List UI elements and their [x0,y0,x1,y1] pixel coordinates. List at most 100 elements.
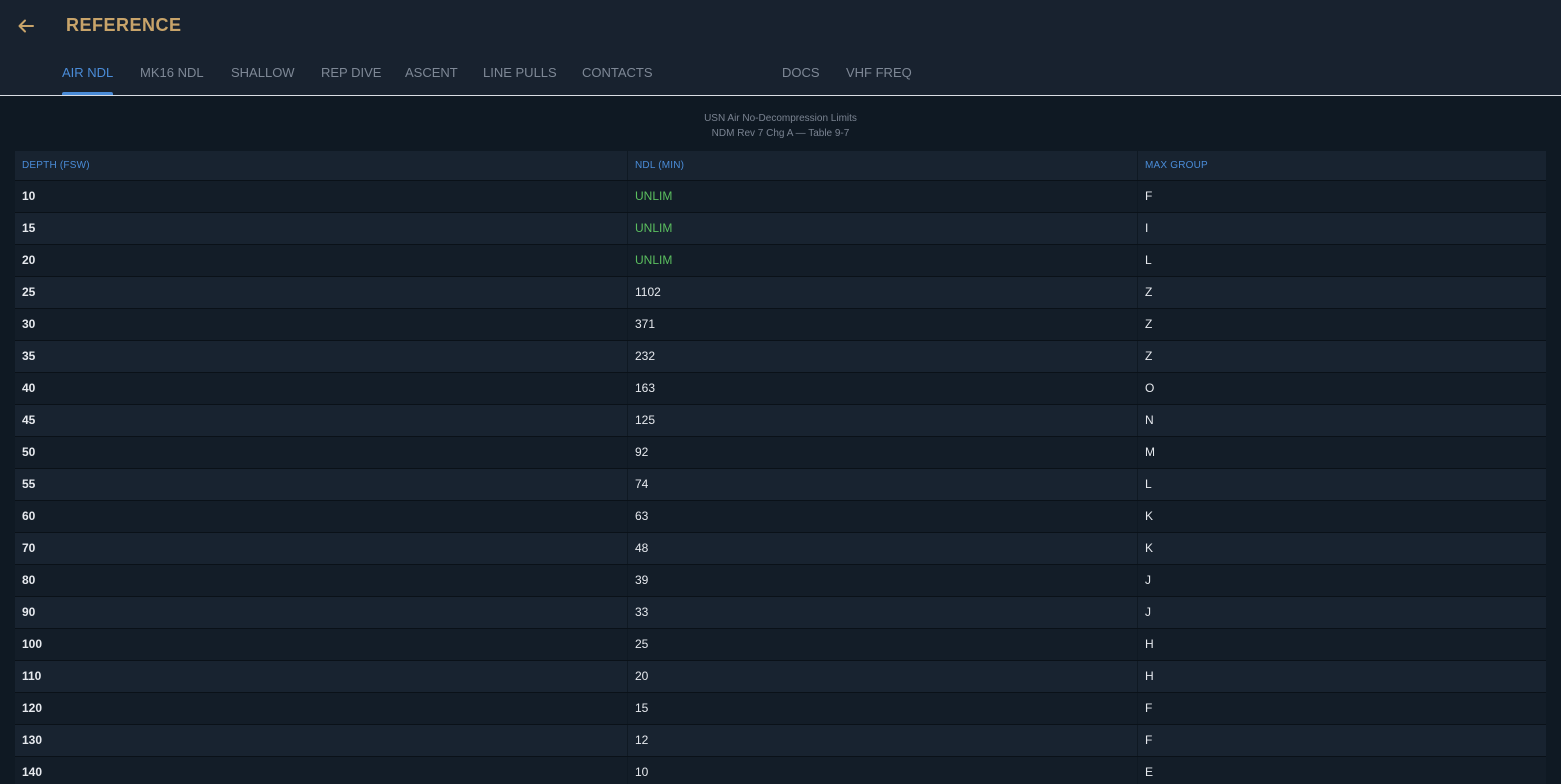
depth-cell: 130 [22,733,43,747]
ndl-cell: 92 [635,445,649,459]
ndl-cell: 10 [635,765,649,779]
table-row: 15 UNLIM I [15,212,1546,244]
column-divider [627,597,628,628]
column-header-max-group[interactable]: MAX GROUP [1145,151,1208,180]
column-divider [627,629,628,660]
column-header-depth[interactable]: DEPTH (FSW) [22,151,90,180]
arrow-left-icon [18,19,34,33]
tab-label: CONTACTS [582,65,653,80]
column-divider [627,469,628,500]
ndl-cell: 15 [635,701,649,715]
table-row: 55 74 L [15,468,1546,500]
depth-cell: 100 [22,637,43,651]
tab-label: ASCENT [405,65,458,80]
table-body: 10 UNLIM F 15 UNLIM I 20 UNLIM L 25 1102 Z 30 371 Z 35 2… [15,180,1546,784]
tab-label: VHF FREQ [846,65,912,80]
ndl-cell: 20 [635,669,649,683]
table-row: 60 63 K [15,500,1546,532]
tab-label: AIR NDL [62,65,114,80]
column-divider [627,693,628,724]
column-divider [1137,181,1138,212]
column-divider [1137,373,1138,404]
column-divider [627,213,628,244]
tab-label: DOCS [782,65,820,80]
column-divider [1137,309,1138,340]
column-divider [1137,757,1138,784]
max-group-cell: L [1145,253,1152,267]
column-divider [1137,725,1138,756]
column-divider [1137,245,1138,276]
depth-cell: 80 [22,573,36,587]
column-divider [627,501,628,532]
ndl-cell: 39 [635,573,649,587]
table-caption: USN Air No-Decompression Limits NDM Rev … [0,111,1561,141]
table-row: 80 39 J [15,564,1546,596]
depth-cell: 25 [22,285,36,299]
tab-contacts[interactable]: CONTACTS [582,64,653,95]
tab-vhf-freq[interactable]: VHF FREQ [846,64,912,95]
ndl-cell: 163 [635,381,656,395]
max-group-cell: M [1145,445,1155,459]
tab-label: SHALLOW [231,65,295,80]
caption-title: USN Air No-Decompression Limits [704,113,857,124]
column-header-ndl[interactable]: NDL (MIN) [635,151,684,180]
ndl-cell: 232 [635,349,656,363]
ndl-cell: UNLIM [635,253,673,267]
column-divider [627,533,628,564]
column-divider [1137,437,1138,468]
ndl-cell: UNLIM [635,221,673,235]
column-divider [1137,277,1138,308]
depth-cell: 20 [22,253,36,267]
ndl-cell: 33 [635,605,649,619]
depth-cell: 50 [22,445,36,459]
table-row: 25 1102 Z [15,276,1546,308]
depth-cell: 30 [22,317,36,331]
table-row: 40 163 O [15,372,1546,404]
depth-cell: 40 [22,381,36,395]
column-divider [627,277,628,308]
tab-shallow[interactable]: SHALLOW [231,64,295,95]
table-row: 100 25 H [15,628,1546,660]
tab-line-pulls[interactable]: LINE PULLS [483,64,557,95]
table-row: 20 UNLIM L [15,244,1546,276]
ndl-cell: 125 [635,413,656,427]
column-divider [627,181,628,212]
depth-cell: 45 [22,413,36,427]
column-divider [1137,533,1138,564]
table-row: 50 92 M [15,436,1546,468]
max-group-cell: H [1145,637,1154,651]
tab-air-ndl[interactable]: AIR NDL [62,64,114,95]
max-group-cell: J [1145,573,1151,587]
column-divider [627,565,628,596]
table-row: 35 232 Z [15,340,1546,372]
column-divider [627,373,628,404]
tab-rep-dive[interactable]: REP DIVE [321,64,381,95]
max-group-cell: K [1145,541,1154,555]
back-button[interactable] [12,12,40,40]
column-divider [1137,501,1138,532]
table-row: 30 371 Z [15,308,1546,340]
max-group-cell: O [1145,381,1155,395]
depth-cell: 55 [22,477,36,491]
column-divider [1137,151,1138,180]
tab-docs[interactable]: DOCS [782,64,820,95]
depth-cell: 15 [22,221,36,235]
header: REFERENCE AIR NDL MK16 NDL SHALLOW REP D… [0,0,1561,96]
depth-cell: 70 [22,541,36,555]
max-group-cell: J [1145,605,1151,619]
tab-ascent[interactable]: ASCENT [405,64,458,95]
tab-label: REP DIVE [321,65,382,80]
tab-mk16-ndl[interactable]: MK16 NDL [140,64,204,95]
column-divider [627,245,628,276]
max-group-cell: H [1145,669,1154,683]
tab-label: LINE PULLS [483,65,557,80]
column-divider [627,151,628,180]
column-divider [627,341,628,372]
table-row: 110 20 H [15,660,1546,692]
app-root: REFERENCE AIR NDL MK16 NDL SHALLOW REP D… [0,0,1561,784]
max-group-cell: Z [1145,317,1153,331]
table-row: 90 33 J [15,596,1546,628]
column-divider [1137,597,1138,628]
table-row: 10 UNLIM F [15,180,1546,212]
max-group-cell: L [1145,477,1152,491]
